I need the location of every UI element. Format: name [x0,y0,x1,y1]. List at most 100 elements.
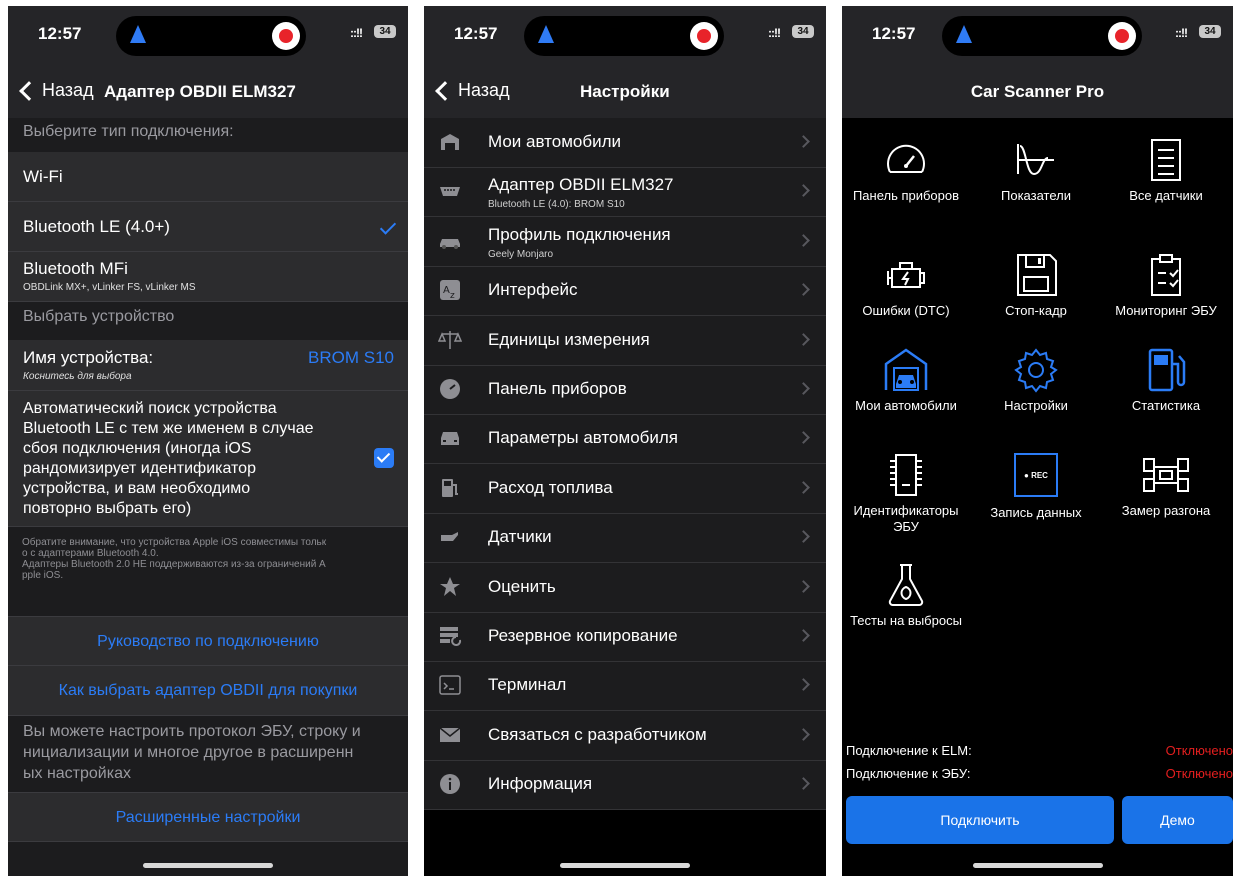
feature-tile-label: Настройки [1004,398,1068,413]
graph-icon [1012,136,1060,184]
home-indicator[interactable] [560,863,690,868]
settings-row-label: Оценить [488,576,556,596]
feature-tile[interactable]: Статистика [1102,346,1230,414]
info-icon [438,772,462,796]
settings-row[interactable]: Единицы измерения [424,316,826,366]
option-bluetooth-mfi[interactable]: Bluetooth MFi OBDLink MX+, vLinker FS, vL… [8,252,408,302]
settings-row-label: Терминал [488,675,567,695]
speedometer-icon [438,377,462,401]
chevron-right-icon [797,530,810,544]
settings-row[interactable]: Датчики [424,513,826,564]
nav-bar: Назад Адаптер OBDII ELM327 [8,66,408,118]
feature-tile[interactable]: Мониторинг ЭБУ [1102,251,1230,319]
home-indicator[interactable] [972,863,1103,868]
option-label: Bluetooth MFi [23,259,128,278]
settings-row[interactable]: Адаптер OBDII ELM327 Bluetooth LE (4.0): … [424,167,826,218]
ecu-connection-label: Подключение к ЭБУ: [846,766,971,781]
chevron-left-icon [19,80,39,101]
chevron-right-icon [797,727,810,741]
nav-bar: Назад Настройки [424,66,826,118]
app-title: Car Scanner Pro [970,82,1105,101]
feature-tile[interactable]: ● REC Запись данных [972,451,1100,521]
status-bar: 12:57 ::!! 34 [8,6,408,66]
device-name-value: BROM S10 [308,348,394,367]
option-label: Bluetooth LE (4.0+) [23,217,170,236]
back-button[interactable]: Назад [434,80,510,101]
settings-row-label: Профиль подключения [488,224,671,244]
demo-button[interactable]: Демо [1122,796,1233,844]
connect-button[interactable]: Подключить [846,796,1114,844]
feature-tile[interactable]: Замер разгона [1102,451,1230,519]
floppy-icon [1012,251,1060,299]
recording-icon [690,22,718,50]
settings-row[interactable]: Мои автомобили [424,118,826,168]
link-label: Как выбрать адаптер OBDII для покупки [58,682,358,699]
settings-row[interactable]: Информация [424,760,826,811]
feature-tile-label: Мониторинг ЭБУ [1115,303,1217,318]
feature-tile[interactable]: Настройки [972,346,1100,414]
signal-icon: ::!! [768,26,781,40]
garage-icon [438,130,462,154]
chevron-right-icon [797,135,810,148]
settings-row-sublabel: Bluetooth LE (4.0): BROM S10 [488,199,625,211]
settings-row[interactable]: Оценить [424,563,826,613]
feature-tile[interactable]: Тесты на выбросы [842,561,970,629]
chevron-right-icon [797,332,810,346]
page-title: Адаптер OBDII ELM327 [104,82,296,101]
text-line: рандомизирует идентификатор [23,460,256,477]
feature-tile[interactable]: Идентификаторы ЭБУ [842,451,970,535]
feature-tile-label: Ошибки (DTC) [862,303,950,318]
engine-icon [882,251,930,299]
option-label: Wi-Fi [23,167,63,186]
feature-tile-label: Идентификаторы ЭБУ [853,503,959,534]
gear-icon [1012,346,1060,394]
feature-tile-label: Панель приборов [852,188,960,203]
svg-text:z: z [450,291,455,301]
feature-tile[interactable]: Мои автомобили [842,346,970,414]
checkmark-icon [379,218,397,235]
settings-row[interactable]: Связаться с разработчиком [424,711,826,761]
device-name-hint: Коснитесь для выбора [23,371,132,382]
link-label: Расширенные настройки [115,809,301,826]
settings-row[interactable]: Параметры автомобиля [424,414,826,465]
chevron-left-icon [435,80,455,101]
feature-tile[interactable]: Панель приборов [842,136,970,204]
gauge-icon [882,136,930,184]
auto-search-cell[interactable]: Автоматический поиск устройства Bluetooth… [8,391,408,527]
home-indicator[interactable] [143,863,273,868]
feature-tile[interactable]: Показатели [972,136,1100,204]
settings-row-label: Информация [488,774,593,794]
feature-tile[interactable]: Стоп-кадр [972,251,1100,319]
chevron-right-icon [797,777,810,791]
advanced-settings-link[interactable]: Расширенные настройки [8,792,408,842]
settings-row[interactable]: Профиль подключения Geely Monjaro [424,217,826,267]
buy-adapter-link[interactable]: Как выбрать адаптер OBDII для покупки [8,666,408,716]
translate-icon: Az [438,278,462,302]
option-wifi[interactable]: Wi-Fi [8,152,408,202]
device-name-cell[interactable]: Имя устройства: Коснитесь для выбора BRO… [8,340,408,391]
settings-row[interactable]: Панель приборов [424,365,826,415]
settings-row-label: Единицы измерения [488,329,650,349]
status-bar: 12:57 ::!! 34 [842,6,1233,66]
checkbox-checked-icon[interactable] [374,448,394,468]
settings-row[interactable]: Расход топлива [424,464,826,514]
chevron-right-icon [797,431,810,445]
chevron-right-icon [797,382,810,395]
back-button[interactable]: Назад [18,80,94,101]
option-bluetooth-le[interactable]: Bluetooth LE (4.0+) [8,202,408,252]
feature-tile-label: Запись данных [990,505,1082,520]
feature-tile[interactable]: Все датчики [1102,136,1230,204]
feature-tile-label: Статистика [1131,398,1201,413]
status-time: 12:57 [872,24,916,43]
status-time: 12:57 [38,24,82,43]
phone-home: 12:57 ::!! 34 Car Scanner Pro Панель при… [842,6,1233,876]
connection-guide-link[interactable]: Руководство по подключению [8,616,408,666]
fuel-pump-icon [438,476,462,500]
dynamic-island [116,16,306,56]
feature-tile-label: Тесты на выбросы [850,613,962,628]
signal-icon: ::!! [350,26,363,40]
settings-row[interactable]: Az Интерфейс [424,266,826,317]
settings-row[interactable]: Резервное копирование [424,612,826,662]
feature-tile[interactable]: Ошибки (DTC) [842,251,970,319]
settings-row[interactable]: Терминал [424,661,826,712]
